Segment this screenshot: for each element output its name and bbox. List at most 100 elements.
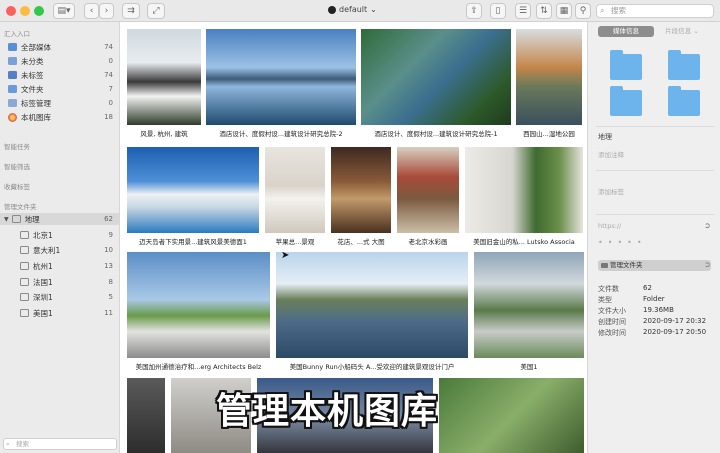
media-thumbnail[interactable]: 花店、...式 大图	[331, 147, 391, 247]
thumbnail-image	[361, 29, 511, 125]
url-field[interactable]: https://	[598, 222, 621, 230]
inspector-tabs: 媒体信息 片段信息 ⌄	[598, 26, 710, 37]
tags-field[interactable]: 添加标签	[598, 186, 624, 196]
sidebar-subfolder[interactable]: 北京1 9	[0, 229, 120, 241]
arrow-right-circle-icon[interactable]: ➲	[704, 221, 711, 230]
thumbnail-image	[127, 378, 165, 453]
folder-preview-icon	[610, 86, 642, 116]
section-manage-folders[interactable]: 管理文件夹	[4, 201, 37, 211]
folder-icon	[20, 309, 29, 317]
sidebar-subfolder[interactable]: 法国1 8	[0, 276, 120, 288]
folder-preview-icon	[610, 50, 642, 80]
manage-folder-button[interactable]: 管理文件夹	[598, 260, 711, 271]
folder-icon	[20, 262, 29, 270]
sidebar-item-folders[interactable]: 文件夹 7	[0, 83, 120, 95]
minimize-window-button[interactable]	[20, 6, 30, 16]
rating-stars[interactable]: •••••	[598, 238, 647, 247]
tab-other-info[interactable]: 片段信息 ⌄	[654, 26, 710, 37]
expand-button[interactable]: ⤢	[147, 3, 165, 19]
sidebar-item-all-media[interactable]: 全部媒体 74	[0, 41, 120, 53]
thumbnail-image	[276, 252, 468, 358]
search-icon: ⌕	[6, 440, 10, 448]
thumbnail-image	[265, 147, 325, 233]
sidebar-subfolder[interactable]: 杭州1 13	[0, 260, 120, 272]
media-thumbnail[interactable]: 酒店设计、度假村设...建筑设计研究总院-2	[206, 29, 356, 139]
arrow-right-circle-icon[interactable]: ➲	[704, 260, 711, 269]
mouse-cursor-icon: ➤	[281, 250, 290, 261]
delete-button[interactable]: ▯	[490, 3, 506, 19]
media-thumbnail[interactable]	[127, 378, 165, 453]
media-thumbnail[interactable]: 酒店设计、度假村设...建筑设计研究总院-1	[361, 29, 511, 139]
uncategorized-icon	[8, 57, 17, 65]
inspector-panel: 媒体信息 片段信息 ⌄ 地理 添加注释 添加标签 https:// ➲ ••••…	[587, 22, 720, 453]
item-name: 地理	[598, 133, 612, 141]
tab-media-info[interactable]: 媒体信息	[598, 26, 654, 37]
folder-icon	[20, 231, 29, 239]
list-view-button[interactable]: ☰	[515, 3, 531, 19]
media-thumbnail[interactable]: 苹果总...景观	[265, 147, 325, 247]
grid-view-button[interactable]: ▦	[556, 3, 572, 19]
thumbnail-image	[439, 378, 584, 453]
media-thumbnail[interactable]: 美国Bunny Run小船码头 A...受欢迎的建筑景观设计门户	[276, 252, 468, 372]
search-input[interactable]: ⌕ 搜索	[596, 4, 714, 18]
sidebar-subfolder[interactable]: 意大利1 10	[0, 244, 120, 256]
media-thumbnail[interactable]: 风景, 杭州, 建筑	[127, 29, 201, 139]
annotation-field[interactable]: 添加注释	[598, 149, 624, 159]
trash-icon: ▯	[495, 6, 501, 16]
window-toolbar: ▤▾ ‹ › ⇉ ⤢ default ⌄ ⇪ ▯ ☰ ⇅ ▦ ⚲ ⌕ 搜索	[0, 0, 720, 22]
sidebar-search-input[interactable]: ⌕ 搜索	[3, 438, 117, 450]
media-thumbnail[interactable]: 美国1	[474, 252, 584, 372]
sidebar-subfolder[interactable]: 美国1 11	[0, 307, 120, 319]
section-smart-filter[interactable]: 智能筛选	[4, 161, 30, 171]
media-thumbnail[interactable]: 西园山...湿地公园	[516, 29, 582, 139]
thumbnail-image	[465, 147, 583, 233]
media-thumbnail[interactable]: 迈天岛者下实用景...建筑风景美德面1	[127, 147, 259, 247]
sidebar-subfolder[interactable]: 深圳1 5	[0, 291, 120, 303]
tag-icon	[8, 99, 17, 107]
divider	[596, 170, 714, 171]
grid-icon: ▦	[559, 6, 569, 16]
disclosure-triangle-icon[interactable]: ▼	[4, 216, 9, 223]
thumbnail-image	[127, 147, 259, 233]
section-favorites[interactable]: 收藏标签	[4, 181, 30, 191]
sidebar-folder-root[interactable]: ▼ 地理 62	[0, 213, 120, 225]
sort-button[interactable]: ⇅	[536, 3, 552, 19]
zoom-window-button[interactable]	[34, 6, 44, 16]
close-window-button[interactable]	[6, 6, 16, 16]
media-thumbnail[interactable]: 美国加州通德治疗和...erg Architects Belz	[127, 252, 270, 372]
overlay-caption: 管理本机图库	[216, 391, 439, 432]
forward-button[interactable]: ›	[99, 3, 114, 19]
folder-icon	[20, 293, 29, 301]
sidebar-item-untagged[interactable]: 未标签 74	[0, 69, 120, 81]
back-button[interactable]: ‹	[84, 3, 99, 19]
thumbnail-image	[127, 29, 201, 125]
filter-icon: ⚲	[579, 6, 587, 16]
thumbnail-image	[127, 252, 270, 358]
photos-icon	[8, 112, 17, 122]
divider	[596, 126, 714, 127]
untagged-icon	[8, 71, 17, 79]
chevron-down-icon: ⌄	[370, 5, 377, 14]
media-thumbnail[interactable]: 美国旧金山的私... Lutsko Associa	[465, 147, 583, 247]
sidebar-item-local-library[interactable]: 本机图库 18	[0, 111, 120, 123]
sidebar-toggle-button[interactable]: ▤▾	[53, 3, 75, 19]
sidebar-item-uncategorized[interactable]: 未分类 0	[0, 55, 120, 67]
section-import: 汇入入口	[4, 30, 30, 38]
folder-preview-icon	[668, 50, 700, 80]
filter-button[interactable]: ⚲	[575, 3, 591, 19]
share-button[interactable]: ⇪	[466, 3, 482, 19]
media-thumbnail[interactable]	[439, 378, 584, 453]
folder-icon	[20, 246, 29, 254]
media-thumbnail[interactable]: 老北京水彩画	[397, 147, 459, 247]
sidebar-item-tag-manager[interactable]: 标签管理 0	[0, 97, 120, 109]
expand-icon: ⤢	[152, 6, 160, 16]
chevron-left-icon: ‹	[89, 6, 94, 16]
folder-icon	[20, 278, 29, 286]
list-icon: ☰	[518, 6, 528, 16]
library-selector[interactable]: default ⌄	[328, 5, 377, 14]
folder-icon	[11, 215, 21, 223]
share-icon: ⇪	[470, 6, 478, 16]
sidebar: 汇入入口 全部媒体 74 未分类 0 未标签 74 文件夹 7 标签管理 0 本…	[0, 22, 120, 453]
import-button[interactable]: ⇉	[122, 3, 140, 19]
section-smart-tasks[interactable]: 智能任务	[4, 141, 30, 151]
